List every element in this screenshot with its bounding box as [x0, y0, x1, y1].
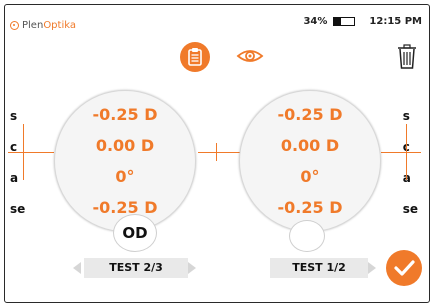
trash-icon: [398, 44, 416, 69]
status-bar: 34% 12:15 PM: [303, 16, 422, 27]
axis-label-spherical-equivalent: se: [402, 202, 418, 216]
crosshair-left-horizontal: [8, 152, 54, 153]
crosshair-right-horizontal: [381, 152, 421, 153]
confirm-button[interactable]: [386, 250, 422, 286]
axis-value: 0°: [300, 167, 320, 186]
lens-left-eye-os[interactable]: -0.25 D 0.00 D 0° -0.25 D: [239, 90, 381, 232]
eye-icon: [236, 50, 264, 62]
axis-label-sphere: s: [402, 109, 410, 123]
clipboard-button[interactable]: [180, 42, 210, 72]
sphere-value: -0.25 D: [92, 105, 158, 124]
test-next-arrow-right[interactable]: [368, 262, 376, 274]
lens-values: -0.25 D 0.00 D 0° -0.25 D: [55, 99, 195, 223]
battery-icon: [333, 17, 356, 26]
eye-label-os[interactable]: [289, 220, 325, 252]
brand-name-part1: Plen: [22, 19, 44, 31]
axis-labels-right: s c a se: [403, 101, 418, 225]
test-selector-right[interactable]: TEST 1/2: [270, 258, 368, 278]
axis-label-spherical-equivalent: se: [10, 202, 26, 216]
lens-right-eye-od[interactable]: -0.25 D 0.00 D 0° -0.25 D: [54, 90, 196, 232]
axis-value: 0°: [115, 167, 135, 186]
lens-values: -0.25 D 0.00 D 0° -0.25 D: [240, 99, 380, 223]
clipboard-icon: [188, 48, 202, 66]
test-prev-arrow-left[interactable]: [73, 262, 81, 274]
axis-label-cylinder: c: [403, 132, 418, 163]
test-selector-left[interactable]: TEST 2/3: [84, 258, 188, 278]
cylinder-value: 0.00 D: [95, 136, 155, 155]
delete-button[interactable]: [397, 44, 417, 70]
test-next-arrow-left[interactable]: [188, 262, 196, 274]
cylinder-value: 0.00 D: [280, 136, 340, 155]
eye-label-od[interactable]: OD: [113, 214, 157, 252]
brand-name-part2: Optika: [43, 19, 76, 31]
clock: 12:15 PM: [369, 16, 422, 27]
spherical-equivalent-value: -0.25 D: [277, 198, 343, 217]
brand-logo: Plen Optika: [10, 18, 76, 32]
axis-label-axis: a: [403, 163, 418, 194]
eye-button[interactable]: [236, 46, 264, 66]
battery-percent: 34%: [303, 16, 328, 27]
logo-icon: [10, 20, 19, 30]
battery-fill: [334, 18, 342, 25]
check-icon: [394, 260, 415, 276]
sphere-value: -0.25 D: [277, 105, 343, 124]
crosshair-center-horizontal: [198, 152, 240, 153]
